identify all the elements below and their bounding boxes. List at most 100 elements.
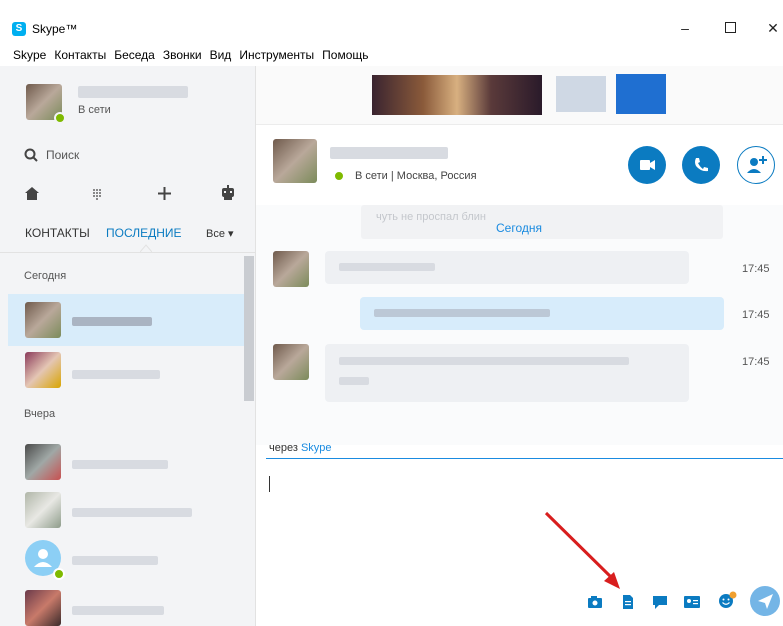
contact-name-redacted: [72, 317, 152, 326]
online-status-icon: [333, 170, 345, 182]
video-icon: [640, 160, 655, 170]
profile-status: В сети: [78, 104, 111, 116]
group-yesterday: Вчера: [24, 408, 56, 420]
send-file-icon[interactable]: [622, 594, 634, 610]
message-text-redacted: [374, 309, 550, 317]
contact-name-redacted: [330, 147, 448, 159]
dialpad-icon[interactable]: [92, 188, 102, 200]
scrollbar-thumb[interactable]: [244, 256, 254, 401]
contact-name-redacted: [72, 460, 168, 469]
online-status-icon: [53, 568, 65, 580]
chevron-down-icon: ▾: [228, 228, 234, 240]
voice-call-button[interactable]: [682, 146, 720, 184]
avatar: [25, 444, 61, 480]
message-time: 17:45: [742, 263, 770, 275]
sidebar: В сети Поиск КОНТАКТЫ ПОСЛЕДНИЕ Все ▾ Се…: [0, 66, 256, 626]
contact-tabs: КОНТАКТЫ ПОСЛЕДНИЕ Все ▾: [0, 224, 255, 253]
sidebar-toolbar: [0, 184, 255, 204]
send-contacts-icon[interactable]: [684, 595, 700, 609]
maximize-button[interactable]: [720, 18, 740, 38]
tab-contacts[interactable]: КОНТАКТЫ: [25, 226, 90, 240]
avatar: [25, 302, 61, 338]
video-message-icon[interactable]: [652, 595, 668, 609]
search-icon: [24, 148, 38, 162]
add-person-icon: [747, 156, 767, 173]
title-bar: S Skype™ – ✕: [0, 0, 783, 44]
avatar: [25, 492, 61, 528]
video-call-button[interactable]: [628, 146, 666, 184]
avatar: [273, 251, 309, 287]
contact-name-redacted: [72, 556, 158, 565]
menu-tools[interactable]: Инструменты: [239, 48, 314, 62]
faded-message: чуть не проспал блин: [361, 205, 723, 239]
emoticon-icon[interactable]: [718, 591, 738, 609]
menu-conversation[interactable]: Беседа: [114, 48, 155, 62]
contact-name-redacted: [72, 370, 160, 379]
maximize-icon: [724, 22, 736, 33]
group-today: Сегодня: [24, 270, 67, 282]
close-button[interactable]: ✕: [763, 18, 783, 38]
banner-photo-redacted: [616, 74, 666, 114]
window-title: Skype™: [32, 22, 78, 36]
menu-view[interactable]: Вид: [210, 48, 232, 62]
message-bubble[interactable]: [360, 297, 724, 330]
send-via-label: через Skype: [269, 442, 332, 454]
via-skype-link[interactable]: Skype: [301, 442, 332, 454]
chat-pane: В сети | Москва, Россия чуть не проспал …: [256, 66, 783, 626]
avatar: [273, 344, 309, 380]
home-icon[interactable]: [25, 187, 39, 200]
avatar: [25, 590, 61, 626]
menu-contacts[interactable]: Контакты: [54, 48, 106, 62]
message-text-redacted: [339, 377, 369, 385]
menu-skype[interactable]: Skype: [13, 48, 46, 62]
menu-help[interactable]: Помощь: [322, 48, 368, 62]
menu-bar: Skype Контакты Беседа Звонки Вид Инструм…: [0, 44, 783, 66]
chat-header: В сети | Москва, Россия: [256, 125, 783, 205]
message-time: 17:45: [742, 356, 770, 368]
list-item[interactable]: [8, 534, 244, 584]
add-icon[interactable]: [158, 187, 171, 200]
message-input[interactable]: [256, 459, 783, 579]
filter-dropdown[interactable]: Все ▾: [206, 227, 234, 240]
banner-photo: [372, 75, 542, 115]
tab-recent[interactable]: ПОСЛЕДНИЕ: [106, 226, 182, 240]
list-item[interactable]: [8, 348, 244, 400]
conversation: чуть не проспал блин Сегодня 17:45 17:45…: [256, 205, 783, 445]
add-participant-button[interactable]: [737, 146, 775, 184]
message-text-redacted: [339, 263, 435, 271]
avatar: [25, 352, 61, 388]
list-item[interactable]: [8, 584, 244, 626]
message-bubble[interactable]: [325, 251, 689, 284]
skype-logo-icon: S: [12, 22, 26, 36]
send-image-icon[interactable]: [587, 595, 603, 609]
profile-name-redacted: [78, 86, 188, 98]
send-icon: [758, 594, 773, 609]
annotation-arrow-icon: [544, 511, 620, 589]
search[interactable]: Поиск: [24, 146, 79, 164]
bot-icon[interactable]: [221, 185, 235, 201]
send-button[interactable]: [750, 586, 780, 616]
message-time: 17:45: [742, 309, 770, 321]
online-status-icon: [54, 112, 66, 124]
text-cursor: [269, 476, 270, 492]
filter-label: Все: [206, 228, 225, 240]
message-bubble[interactable]: [325, 344, 689, 402]
contact-name-redacted: [72, 606, 164, 615]
profile-banner: [256, 66, 783, 125]
compose-area: через Skype: [256, 442, 783, 626]
contact-name-redacted: [72, 508, 192, 517]
search-label: Поиск: [46, 148, 80, 162]
faded-message-text: чуть не проспал блин: [376, 211, 486, 223]
via-prefix: через: [269, 442, 298, 454]
contact-status: В сети | Москва, Россия: [355, 170, 477, 182]
banner-photo-redacted: [556, 76, 606, 112]
minimize-button[interactable]: –: [675, 18, 695, 38]
phone-icon: [695, 158, 708, 172]
profile[interactable]: В сети: [0, 66, 255, 130]
list-item[interactable]: [8, 294, 244, 346]
list-item[interactable]: [8, 438, 244, 488]
menu-calls[interactable]: Звонки: [163, 48, 202, 62]
list-item[interactable]: [8, 486, 244, 536]
date-label: Сегодня: [496, 221, 542, 235]
avatar: [273, 139, 317, 183]
